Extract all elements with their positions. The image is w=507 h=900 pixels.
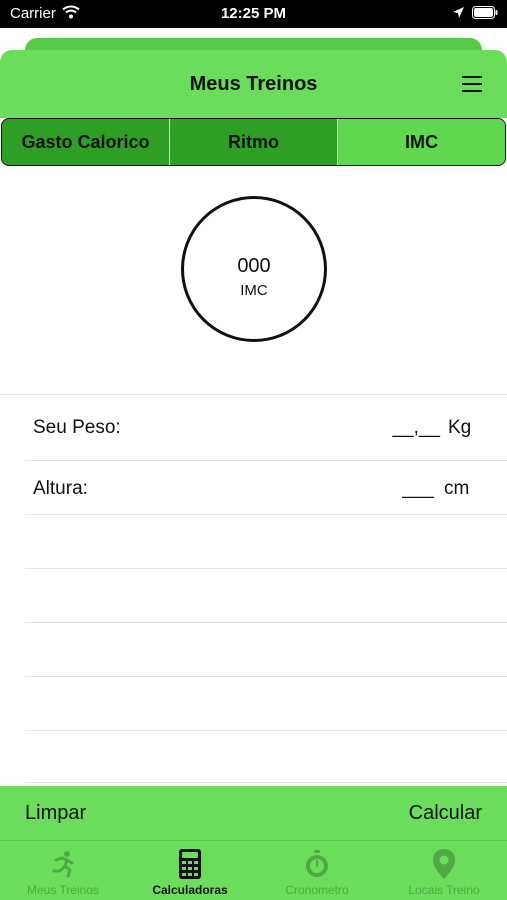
hamburger-icon-line xyxy=(462,83,482,85)
height-input[interactable]: ___ xyxy=(360,478,434,500)
tab-locais-treino[interactable]: Locais Treino xyxy=(381,841,507,900)
imc-label: IMC xyxy=(240,282,268,299)
tab-calculadoras[interactable]: Calculadoras xyxy=(127,841,253,900)
divider xyxy=(25,782,507,783)
weight-unit: Kg xyxy=(448,417,472,438)
tab-label: Cronometro xyxy=(285,883,349,897)
clock: 12:25 PM xyxy=(220,5,287,22)
runner-icon xyxy=(52,851,74,878)
hamburger-icon-line xyxy=(462,90,482,92)
tab-label: Locais Treino xyxy=(408,883,480,897)
height-unit: cm xyxy=(444,478,470,499)
weight-label: Seu Peso: xyxy=(33,417,121,438)
segment-label: Gasto Calorico xyxy=(21,131,150,152)
clear-button[interactable]: Limpar xyxy=(25,802,86,825)
status-bar: Carrier 12:25 PM xyxy=(0,0,507,28)
height-label: Altura: xyxy=(33,478,88,499)
divider xyxy=(0,394,507,395)
tab-label: Meus Treinos xyxy=(26,883,100,897)
location-pin-icon xyxy=(433,849,455,879)
divider xyxy=(25,676,507,677)
menu-button[interactable] xyxy=(458,73,488,97)
segment-label: Ritmo xyxy=(228,131,279,152)
tab-bar: Meus Treinos Calculadoras Cronometro Loc… xyxy=(0,840,507,900)
divider xyxy=(25,514,507,515)
tab-label: Calculadoras xyxy=(152,883,228,897)
tab-meus-treinos[interactable]: Meus Treinos xyxy=(0,841,126,900)
imc-value: 000 xyxy=(237,255,271,277)
segment-ritmo[interactable]: Ritmo xyxy=(170,119,338,165)
calculator-icon xyxy=(179,849,201,879)
page-title: Meus Treinos xyxy=(189,73,318,95)
action-bar: Limpar Calcular xyxy=(0,786,507,840)
segment-imc[interactable]: IMC xyxy=(338,119,505,165)
imc-result-circle: 000 IMC xyxy=(181,196,327,342)
segment-label: IMC xyxy=(405,131,438,152)
battery-icon xyxy=(472,6,498,19)
calculate-button[interactable]: Calcular xyxy=(409,802,482,825)
hamburger-icon-line xyxy=(462,76,482,78)
tab-cronometro[interactable]: Cronometro xyxy=(254,841,380,900)
stopwatch-icon xyxy=(306,850,328,877)
calculator-segmented-control: Gasto Calorico Ritmo IMC xyxy=(1,118,506,166)
divider xyxy=(25,460,507,461)
divider xyxy=(25,730,507,731)
divider xyxy=(25,568,507,569)
header: Meus Treinos xyxy=(0,50,507,118)
divider xyxy=(25,622,507,623)
location-arrow-icon xyxy=(453,7,464,18)
weight-input[interactable]: __,__ xyxy=(340,417,440,439)
segment-gasto-calorico[interactable]: Gasto Calorico xyxy=(2,119,170,165)
